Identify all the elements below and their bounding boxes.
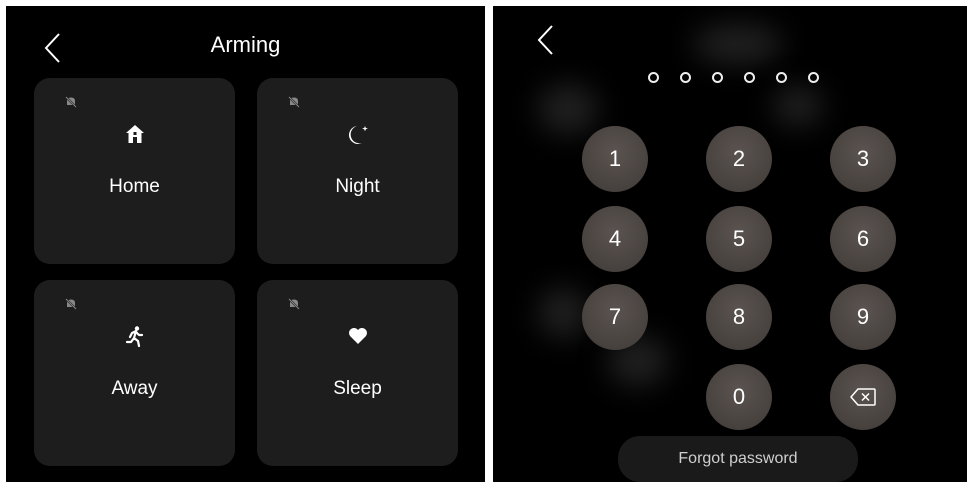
page-title: Arming bbox=[210, 32, 281, 57]
mode-label-night: Night bbox=[335, 176, 380, 197]
backspace-button[interactable] bbox=[830, 364, 896, 430]
house-icon bbox=[125, 125, 144, 143]
bell-off-icon bbox=[288, 298, 300, 310]
pin-dot bbox=[807, 72, 819, 83]
keypad-key-0[interactable]: 0 bbox=[706, 364, 772, 430]
background-blur bbox=[538, 288, 588, 338]
background-blur bbox=[773, 86, 823, 126]
keypad-key-2[interactable]: 2 bbox=[706, 126, 772, 192]
chevron-left-icon bbox=[537, 25, 553, 55]
keypad-key-7[interactable]: 7 bbox=[582, 284, 648, 350]
arming-mode-home-card[interactable]: Home bbox=[34, 78, 235, 264]
arming-mode-sleep-card[interactable]: Sleep bbox=[257, 280, 458, 466]
forgot-password-button[interactable]: Forgot password bbox=[618, 436, 858, 482]
keypad-key-4[interactable]: 4 bbox=[582, 206, 648, 272]
moon-star-icon bbox=[348, 126, 368, 144]
keypad-key-5[interactable]: 5 bbox=[706, 206, 772, 272]
mode-label-sleep: Sleep bbox=[333, 378, 382, 399]
background-blur bbox=[538, 84, 598, 134]
running-person-icon bbox=[125, 326, 143, 347]
backspace-icon bbox=[850, 388, 876, 406]
keypad-key-8[interactable]: 8 bbox=[706, 284, 772, 350]
pin-dot bbox=[775, 72, 787, 83]
back-button[interactable] bbox=[533, 20, 557, 60]
pin-dot bbox=[711, 72, 723, 83]
arming-mode-away-card[interactable]: Away bbox=[34, 280, 235, 466]
pin-indicator bbox=[493, 72, 967, 83]
heart-icon bbox=[348, 328, 367, 344]
keypad-key-6[interactable]: 6 bbox=[830, 206, 896, 272]
keypad-key-1[interactable]: 1 bbox=[582, 126, 648, 192]
arming-mode-night-card[interactable]: Night bbox=[257, 78, 458, 264]
bell-off-icon bbox=[288, 96, 300, 108]
pin-dot bbox=[743, 72, 755, 83]
pin-entry-screen: 1 2 3 4 5 6 7 8 9 0 Forgot password bbox=[493, 6, 967, 482]
pin-dot bbox=[647, 72, 659, 83]
mode-label-home: Home bbox=[109, 176, 160, 197]
bell-off-icon bbox=[65, 298, 77, 310]
mode-label-away: Away bbox=[111, 378, 158, 399]
keypad-key-3[interactable]: 3 bbox=[830, 126, 896, 192]
keypad-key-9[interactable]: 9 bbox=[830, 284, 896, 350]
bell-off-icon bbox=[65, 96, 77, 108]
pin-dot bbox=[679, 72, 691, 83]
background-blur bbox=[693, 24, 783, 64]
arming-screen: Arming Home Night Away Sleep bbox=[6, 6, 485, 482]
